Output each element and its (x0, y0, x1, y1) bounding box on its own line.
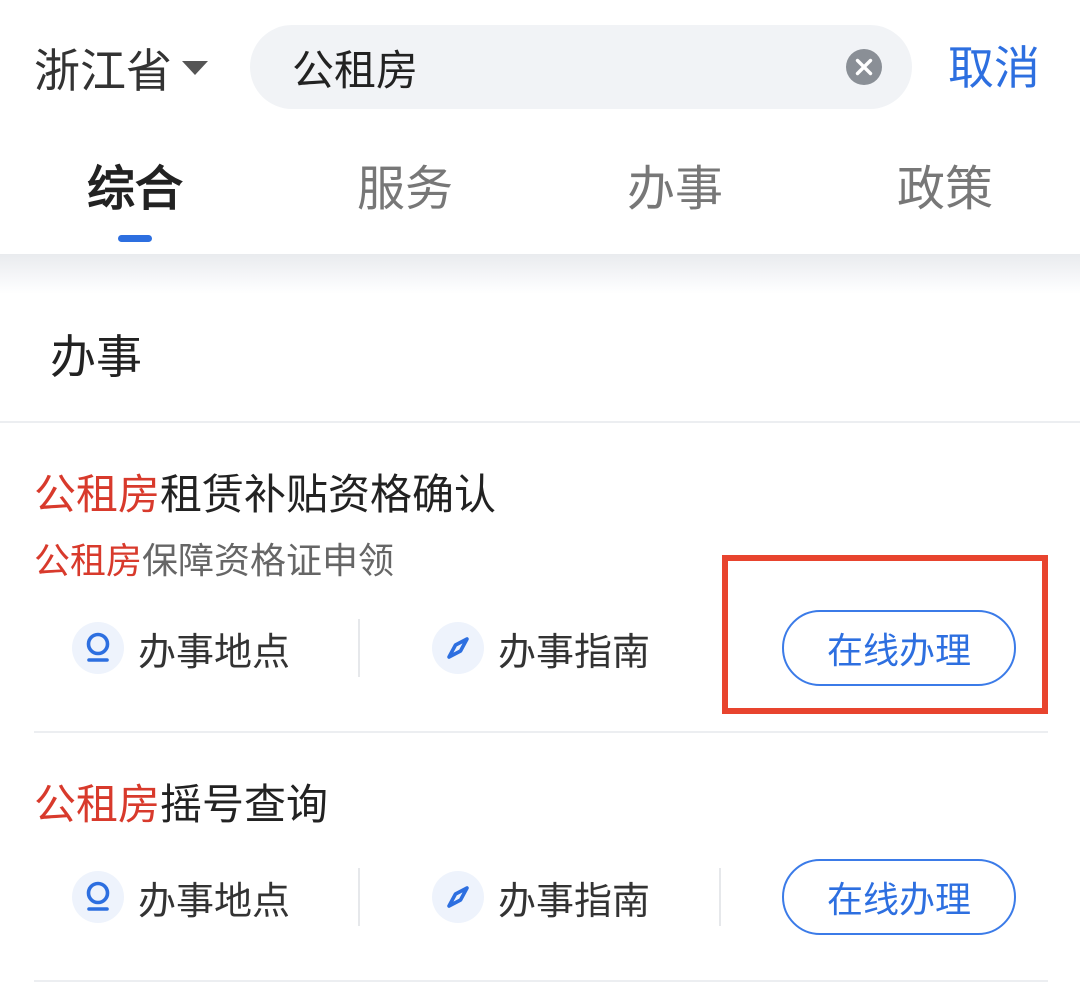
annotation-highlight-box (722, 555, 1048, 714)
cancel-button[interactable]: 取消 (948, 36, 1040, 100)
tab-affairs[interactable]: 办事 (575, 157, 775, 221)
compass-icon (432, 622, 484, 674)
active-tab-indicator (118, 235, 152, 242)
compass-icon (432, 871, 484, 923)
region-selector[interactable]: 浙江省 (34, 36, 208, 100)
top-bar: 浙江省 取消 (0, 0, 1080, 135)
location-label: 办事地点 (138, 878, 291, 923)
location-link[interactable]: 办事地点 (72, 618, 290, 678)
subtitle-keyword: 公租房 (34, 541, 143, 582)
title-rest: 摇号查询 (160, 780, 329, 829)
online-apply-button[interactable]: 在线办理 (782, 859, 1016, 935)
section-title: 办事 (50, 330, 142, 384)
item-title[interactable]: 公租房租赁补贴资格确认 (34, 465, 496, 525)
title-rest: 租赁补贴资格确认 (160, 470, 497, 519)
caret-down-icon (182, 61, 208, 75)
item-title[interactable]: 公租房摇号查询 (34, 775, 328, 835)
search-input[interactable] (292, 25, 812, 109)
item-divider (34, 980, 1048, 982)
tab-bar: 综合 服务 办事 政策 (0, 135, 1080, 255)
section-divider (0, 421, 1080, 423)
action-separator (358, 619, 360, 677)
tab-services[interactable]: 服务 (305, 157, 505, 221)
title-keyword: 公租房 (34, 780, 161, 829)
item-divider (34, 731, 1048, 733)
region-label: 浙江省 (34, 44, 172, 98)
location-pin-icon (72, 871, 124, 923)
action-separator (719, 868, 721, 926)
location-pin-icon (72, 622, 124, 674)
tab-comprehensive[interactable]: 综合 (35, 157, 235, 221)
clear-icon[interactable] (846, 49, 882, 85)
tab-policy[interactable]: 政策 (845, 157, 1045, 221)
guide-label: 办事指南 (498, 878, 651, 923)
guide-link[interactable]: 办事指南 (432, 867, 650, 927)
title-keyword: 公租房 (34, 470, 161, 519)
search-box[interactable] (250, 25, 912, 109)
action-separator (358, 868, 360, 926)
header-shadow (0, 254, 1080, 294)
location-link[interactable]: 办事地点 (72, 867, 290, 927)
guide-link[interactable]: 办事指南 (432, 618, 650, 678)
guide-label: 办事指南 (498, 629, 651, 674)
location-label: 办事地点 (138, 629, 291, 674)
subtitle-rest: 保障资格证申领 (142, 541, 395, 582)
item-subtitle[interactable]: 公租房保障资格证申领 (34, 537, 394, 587)
